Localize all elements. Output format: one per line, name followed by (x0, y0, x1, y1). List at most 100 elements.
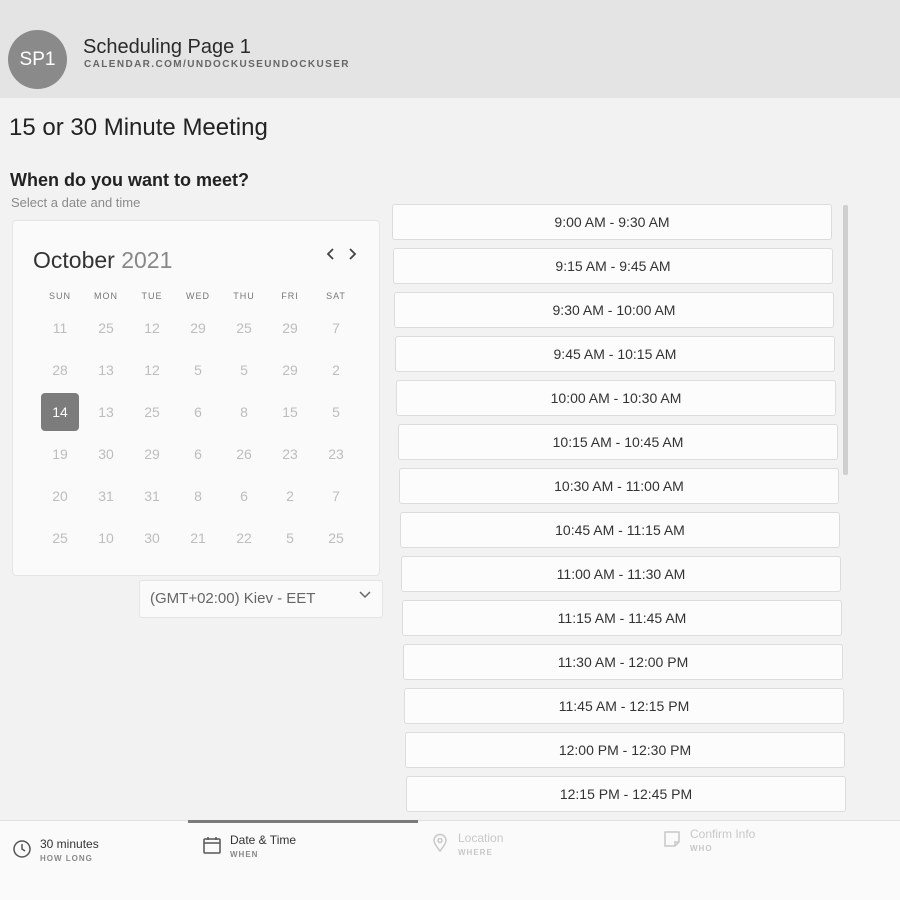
step-sublabel: WHO (690, 844, 713, 853)
calendar-day[interactable]: 25 (37, 519, 83, 557)
meeting-question: When do you want to meet? (10, 170, 249, 190)
calendar-day[interactable]: 13 (83, 351, 129, 389)
calendar-day[interactable]: 6 (221, 477, 267, 515)
timezone-select[interactable]: (GMT+02:00) Kiev - EET (139, 580, 383, 618)
calendar-day[interactable]: 29 (129, 435, 175, 473)
note-icon (664, 831, 680, 847)
booking-steps-bar: 30 minutes HOW LONG Date & Time WHEN Loc… (0, 820, 900, 900)
calendar-day[interactable]: 7 (313, 477, 359, 515)
next-month-button[interactable] (347, 245, 357, 266)
step-label: 30 minutes (40, 837, 99, 851)
step-sublabel: HOW LONG (40, 854, 93, 863)
time-slot-button[interactable]: 9:00 AM - 9:30 AM (392, 204, 832, 240)
page-header: SP1 Scheduling Page 1 CALENDAR.COM/UNDOC… (0, 0, 900, 98)
calendar-day[interactable]: 5 (221, 351, 267, 389)
time-slot-button[interactable]: 10:15 AM - 10:45 AM (398, 424, 838, 460)
time-slot-button[interactable]: 10:00 AM - 10:30 AM (396, 380, 836, 416)
time-slot-button[interactable]: 11:00 AM - 11:30 AM (401, 556, 841, 592)
scheduling-page-title: Scheduling Page 1 (83, 36, 251, 58)
calendar-day-number: 14 (52, 404, 68, 420)
step-label: Confirm Info (690, 827, 756, 841)
calendar-week-row: 19 30 29 6 26 23 23 (37, 435, 359, 473)
calendar-day[interactable]: 2 (267, 477, 313, 515)
step-label: Date & Time (230, 833, 297, 847)
meeting-subtitle: Select a date and time (11, 195, 141, 210)
chevron-down-icon (358, 587, 372, 606)
calendar-day[interactable]: 6 (175, 435, 221, 473)
time-slot-button[interactable]: 11:30 AM - 12:00 PM (403, 644, 843, 680)
weekday-header: SUN MON TUE WED THU FRI SAT (37, 291, 359, 301)
calendar-day[interactable]: 23 (313, 435, 359, 473)
month-name: October (33, 247, 115, 273)
calendar-day[interactable]: 8 (221, 393, 267, 431)
calendar-day[interactable]: 7 (313, 309, 359, 347)
calendar-day[interactable]: 19 (37, 435, 83, 473)
calendar-day[interactable]: 29 (267, 309, 313, 347)
calendar-week-row: 20 31 31 8 6 2 7 (37, 477, 359, 515)
calendar-day[interactable]: 5 (175, 351, 221, 389)
weekday-label: THU (233, 291, 255, 301)
calendar-day[interactable]: 22 (221, 519, 267, 557)
date-picker: October 2021 SUN MON TUE WED THU FRI SAT 11 25 1… (12, 220, 380, 576)
month-label: October 2021 (33, 247, 172, 274)
calendar-day[interactable]: 29 (175, 309, 221, 347)
calendar-day[interactable]: 25 (221, 309, 267, 347)
time-slot-button[interactable]: 9:45 AM - 10:15 AM (395, 336, 835, 372)
time-slot-button[interactable]: 9:15 AM - 9:45 AM (393, 248, 833, 284)
calendar-day[interactable]: 21 (175, 519, 221, 557)
time-slot-button[interactable]: 10:45 AM - 11:15 AM (400, 512, 840, 548)
calendar-day[interactable]: 12 (129, 309, 175, 347)
chevron-left-icon (326, 248, 334, 260)
calendar-day[interactable]: 31 (83, 477, 129, 515)
previous-month-button[interactable] (326, 245, 336, 266)
calendar-day[interactable]: 6 (175, 393, 221, 431)
weekday-label: MON (94, 291, 118, 301)
calendar-day[interactable]: 28 (37, 351, 83, 389)
timezone-value: (GMT+02:00) Kiev - EET (150, 590, 316, 607)
time-slot-button[interactable]: 11:45 AM - 12:15 PM (404, 688, 844, 724)
calendar-day[interactable]: 11 (37, 309, 83, 347)
calendar-day[interactable]: 10 (83, 519, 129, 557)
step-progress-indicator (188, 820, 418, 823)
time-slot-button[interactable]: 12:00 PM - 12:30 PM (405, 732, 845, 768)
calendar-day[interactable]: 8 (175, 477, 221, 515)
calendar-week-row: 14 13 25 6 8 15 5 (37, 393, 359, 431)
calendar-day[interactable]: 15 (267, 393, 313, 431)
calendar-day[interactable]: 13 (83, 393, 129, 431)
year-label: 2021 (121, 247, 173, 273)
calendar-day[interactable]: 31 (129, 477, 175, 515)
scheduling-page-url[interactable]: CALENDAR.COM/UNDOCKUSEUNDOCKUSER (84, 59, 350, 70)
calendar-day[interactable]: 26 (221, 435, 267, 473)
calendar-day[interactable]: 20 (37, 477, 83, 515)
avatar[interactable]: SP1 (8, 30, 67, 89)
calendar-day[interactable]: 2 (313, 351, 359, 389)
calendar-day[interactable]: 5 (313, 393, 359, 431)
weekday-label: SAT (326, 291, 346, 301)
calendar-day[interactable]: 25 (313, 519, 359, 557)
step-sublabel: WHERE (458, 848, 493, 857)
clock-icon (13, 840, 31, 858)
map-pin-icon (433, 833, 447, 853)
calendar-week-row: 28 13 12 5 5 29 2 (37, 351, 359, 389)
calendar-day[interactable]: 29 (267, 351, 313, 389)
calendar-day[interactable]: 30 (129, 519, 175, 557)
time-slot-button[interactable]: 9:30 AM - 10:00 AM (394, 292, 834, 328)
calendar-day[interactable]: 5 (267, 519, 313, 557)
calendar-week-row: 25 10 30 21 22 5 25 (37, 519, 359, 557)
weekday-label: FRI (281, 291, 299, 301)
time-slot-button[interactable]: 12:15 PM - 12:45 PM (406, 776, 846, 812)
weekday-label: TUE (141, 291, 163, 301)
calendar-day[interactable]: 23 (267, 435, 313, 473)
time-slot-button[interactable]: 10:30 AM - 11:00 AM (399, 468, 839, 504)
slot-list-scrollbar[interactable] (843, 205, 848, 475)
calendar-day[interactable]: 12 (129, 351, 175, 389)
weekday-label: WED (186, 291, 210, 301)
calendar-day-selected[interactable]: 14 (37, 393, 83, 431)
chevron-right-icon (349, 248, 357, 260)
weekday-label: SUN (48, 291, 71, 301)
calendar-day[interactable]: 25 (129, 393, 175, 431)
meeting-title: 15 or 30 Minute Meeting (9, 114, 268, 141)
calendar-day[interactable]: 30 (83, 435, 129, 473)
time-slot-button[interactable]: 11:15 AM - 11:45 AM (402, 600, 842, 636)
calendar-day[interactable]: 25 (83, 309, 129, 347)
